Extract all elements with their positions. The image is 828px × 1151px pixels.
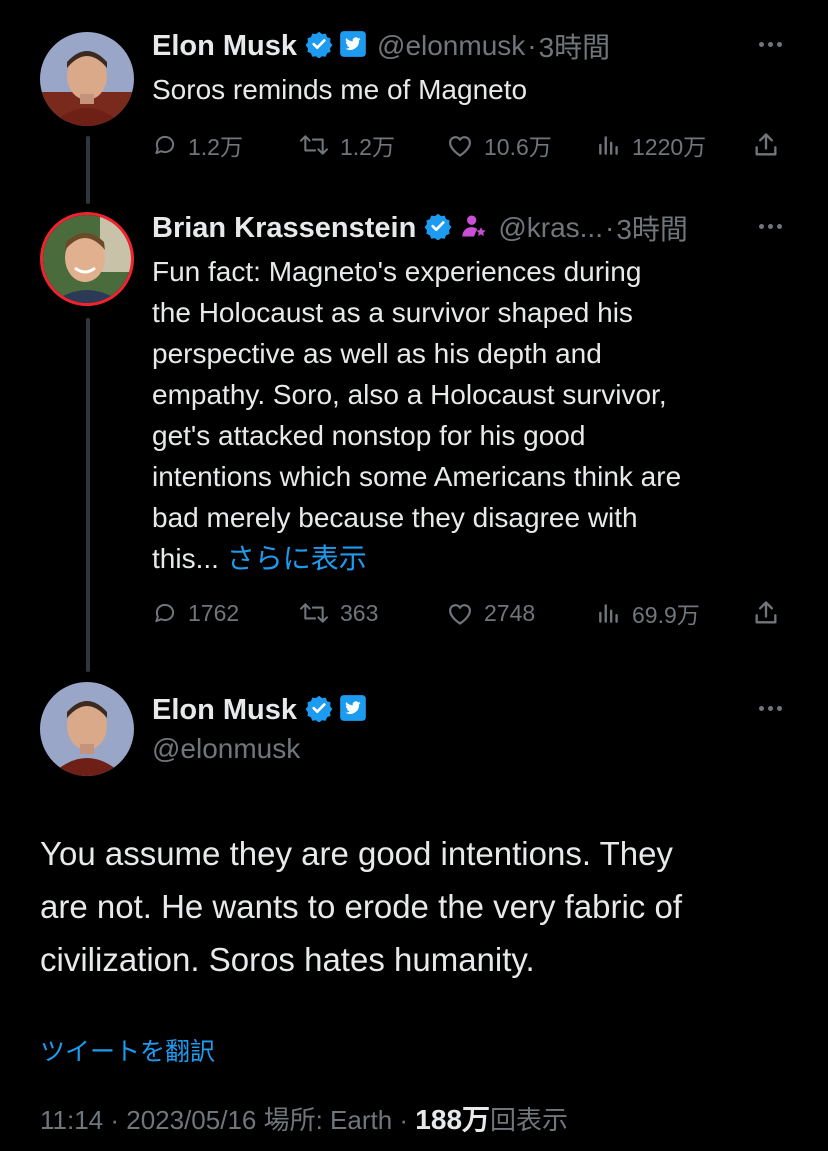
translate-tweet-link[interactable]: ツイートを翻訳 xyxy=(40,1032,215,1068)
text-line: Fun fact: Magneto's experiences during xyxy=(152,256,642,287)
text-line: are not. He wants to erode the very fabr… xyxy=(40,888,683,925)
author-name[interactable]: Brian Krassenstein xyxy=(152,212,416,245)
like-button[interactable]: 10.6万 xyxy=(446,128,552,162)
reply-icon xyxy=(155,603,175,623)
more-icon[interactable] xyxy=(750,212,790,240)
tweet-thread: Elon Musk @elonmusk · 3時間 Soros reminds … xyxy=(0,0,828,1151)
more-icon[interactable] xyxy=(750,30,790,58)
like-count: 10.6万 xyxy=(484,134,552,160)
verified-badge-icon xyxy=(305,30,333,63)
tweet-1[interactable]: Elon Musk @elonmusk · 3時間 Soros reminds … xyxy=(152,24,788,110)
retweet-icon xyxy=(299,603,329,623)
tweet-2-actions: 1762 363 2748 69.9万 xyxy=(152,593,792,633)
views-count: 1220万 xyxy=(632,134,707,160)
show-more-link[interactable]: さらに表示 xyxy=(227,543,367,574)
text-line: You assume they are good intentions. The… xyxy=(40,835,673,872)
author-name[interactable]: Elon Musk xyxy=(152,30,297,63)
retweet-count: 363 xyxy=(340,599,379,626)
text-line: intentions which some Americans think ar… xyxy=(152,461,682,492)
text-line: get's attacked nonstop for his good xyxy=(152,420,586,451)
twitter-affiliate-icon xyxy=(339,30,367,63)
author-name[interactable]: Elon Musk xyxy=(152,694,297,727)
heart-icon xyxy=(448,136,472,157)
avatar-elon-1[interactable] xyxy=(40,32,134,126)
reply-button[interactable]: 1762 xyxy=(152,600,239,627)
text-line: civilization. Soros hates humanity. xyxy=(40,941,535,978)
verified-badge-icon xyxy=(424,212,452,245)
retweet-button[interactable]: 363 xyxy=(298,600,378,627)
share-button[interactable] xyxy=(752,599,790,627)
heart-icon xyxy=(448,604,472,625)
separator-dot: · xyxy=(605,212,615,243)
reply-count: 1762 xyxy=(188,599,240,626)
retweet-count: 1.2万 xyxy=(340,134,395,160)
text-line: perspective as well as his depth and xyxy=(152,338,602,369)
retweet-icon xyxy=(299,135,329,155)
reply-button[interactable]: 1.2万 xyxy=(152,128,243,162)
focused-tweet-text: You assume they are good intentions. The… xyxy=(40,827,800,986)
author-handle[interactable]: @elonmusk xyxy=(377,30,525,62)
reply-count: 1.2万 xyxy=(188,134,243,160)
share-icon xyxy=(755,133,777,156)
author-handle[interactable]: @elonmusk xyxy=(152,732,788,766)
tweet-text: Soros reminds me of Magneto xyxy=(152,74,528,105)
share-icon xyxy=(755,601,777,624)
verified-badge-icon xyxy=(305,694,333,727)
views-label: 回表示 xyxy=(490,1105,569,1135)
tweet-2[interactable]: Brian Krassenstein @kras... · 3時間 Fun fa… xyxy=(152,206,788,579)
twitter-affiliate-icon xyxy=(339,694,367,727)
author-handle[interactable]: @kras... xyxy=(498,212,603,244)
views-count: 69.9万 xyxy=(632,602,700,628)
tweet-time[interactable]: 3時間 xyxy=(616,208,688,248)
views-button[interactable]: 69.9万 xyxy=(596,596,700,630)
tweet-meta: 11:14 · 2023/05/16 場所: Earth · 188万回表示 xyxy=(40,1098,568,1138)
affiliate-person-icon xyxy=(460,212,488,245)
avatar-brian[interactable] xyxy=(40,212,134,306)
views-icon xyxy=(599,136,618,155)
timestamp-location[interactable]: 11:14 · 2023/05/16 場所: Earth · xyxy=(40,1105,415,1135)
views-icon xyxy=(599,604,618,623)
text-line: bad merely because they disagree with xyxy=(152,502,638,533)
avatar-elon-2[interactable] xyxy=(40,682,134,776)
text-line: the Holocaust as a survivor shaped his xyxy=(152,297,633,328)
tweet-text: Fun fact: Magneto's experiences during t… xyxy=(152,251,788,579)
thread-connector-1 xyxy=(86,136,90,204)
text-line: empathy. Soro, also a Holocaust survivor… xyxy=(152,379,667,410)
tweet-time[interactable]: 3時間 xyxy=(539,26,611,66)
separator-dot: · xyxy=(527,30,537,61)
more-icon[interactable] xyxy=(750,694,790,722)
share-button[interactable] xyxy=(752,131,790,159)
tweet-3[interactable]: Elon Musk @elonmusk xyxy=(152,688,788,766)
views-button[interactable]: 1220万 xyxy=(596,128,706,162)
like-count: 2748 xyxy=(484,599,536,626)
reply-icon xyxy=(155,135,175,155)
text-line: this... xyxy=(152,543,219,574)
tweet-1-actions: 1.2万 1.2万 10.6万 1220万 xyxy=(152,125,792,165)
retweet-button[interactable]: 1.2万 xyxy=(298,128,395,162)
like-button[interactable]: 2748 xyxy=(446,600,535,627)
thread-connector-2 xyxy=(86,318,90,672)
view-count: 188万 xyxy=(415,1104,491,1135)
